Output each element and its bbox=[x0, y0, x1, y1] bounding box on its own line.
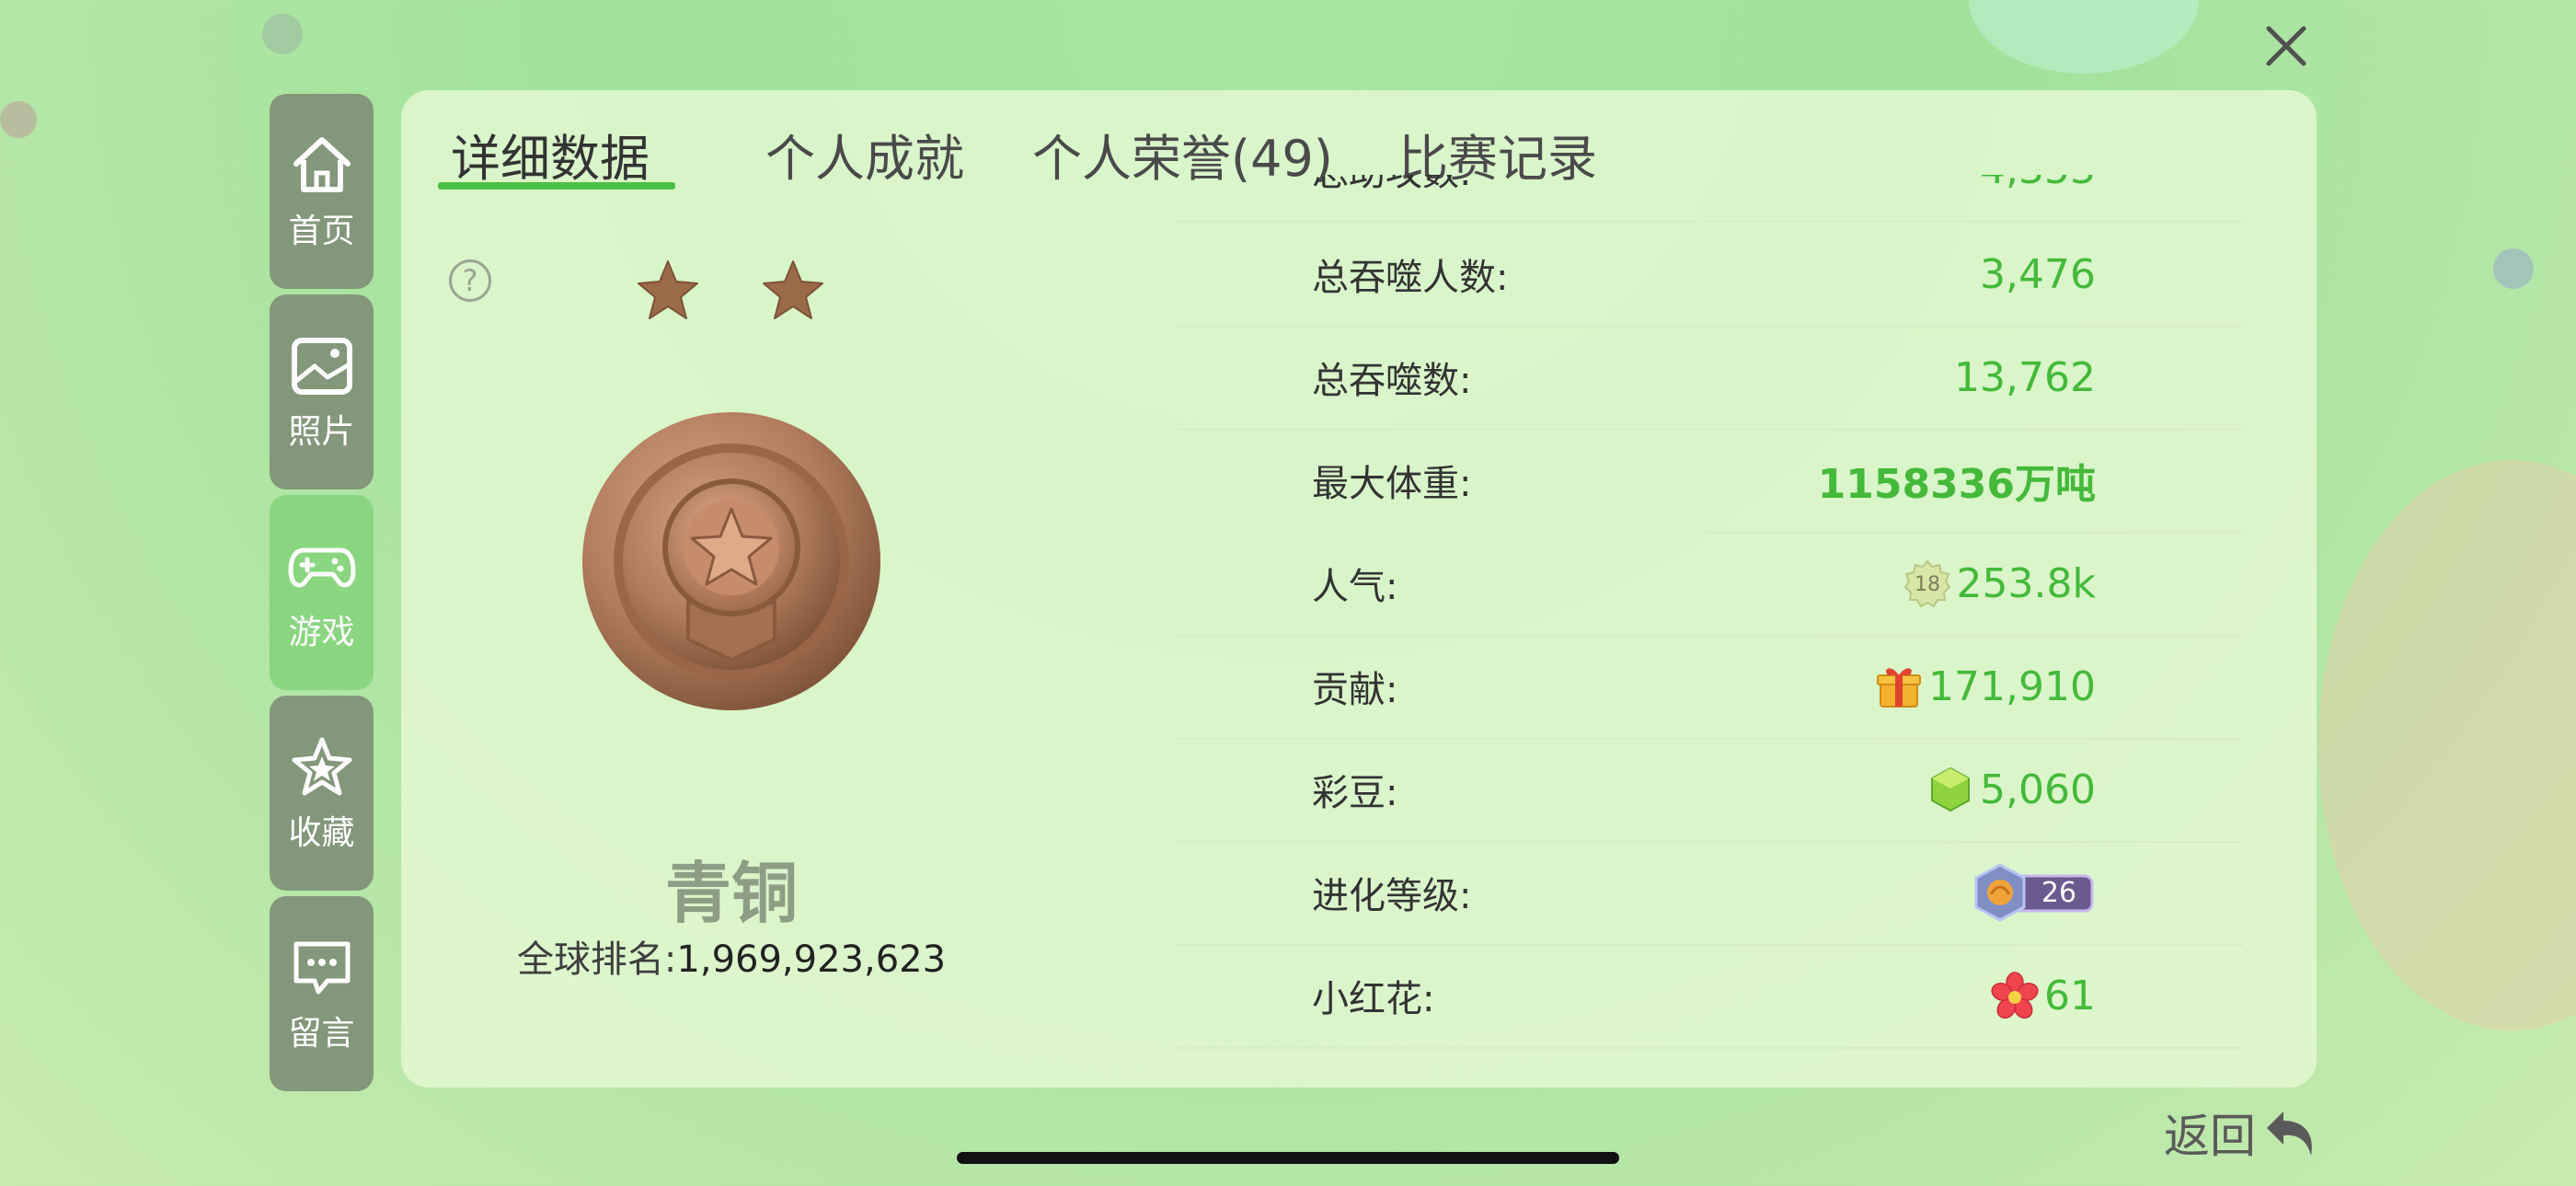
close-button[interactable] bbox=[2259, 18, 2314, 74]
stat-value: 26 bbox=[1971, 863, 2096, 922]
active-tab-indicator bbox=[438, 182, 675, 190]
background-bubble bbox=[2493, 248, 2534, 289]
stat-label: 最大体重: bbox=[1312, 463, 1472, 505]
sidebar-item-messages[interactable]: 留言 bbox=[270, 896, 374, 1091]
sidebar-item-label: 照片 bbox=[288, 413, 355, 451]
stat-value: 171,910 bbox=[1875, 662, 2096, 710]
stat-label: 彩豆: bbox=[1312, 772, 1398, 814]
stat-value: 61 bbox=[1991, 972, 2096, 1019]
stat-value-text: 61 bbox=[2044, 972, 2096, 1019]
rank-star-icon bbox=[638, 260, 698, 319]
home-indicator[interactable] bbox=[957, 1152, 1619, 1164]
back-button[interactable]: 返回 bbox=[2164, 1100, 2318, 1165]
sidebar-item-label: 首页 bbox=[288, 213, 355, 250]
background-bubble bbox=[262, 14, 303, 54]
stat-row-total-devoured: 总吞噬数: 13,762 bbox=[1176, 326, 2243, 431]
stat-row-contribution: 贡献: 171,910 bbox=[1176, 635, 2243, 740]
sidebar-item-favorites[interactable]: 收藏 bbox=[270, 696, 374, 891]
background-bubble bbox=[1969, 0, 2199, 74]
stat-label: 进化等级: bbox=[1312, 875, 1472, 917]
evolution-level-text: 26 bbox=[2041, 877, 2076, 909]
stat-label: 小红花: bbox=[1312, 978, 1435, 1020]
sidebar-item-label: 游戏 bbox=[288, 614, 355, 651]
tab-achievements[interactable]: 个人成就 bbox=[765, 118, 964, 190]
stat-value-text: 4,353 bbox=[1980, 175, 2096, 193]
stat-value-text: 5,060 bbox=[1980, 766, 2096, 813]
popularity-level-text: 18 bbox=[1915, 573, 1940, 596]
stat-label: 贡献: bbox=[1312, 669, 1398, 711]
stats-list[interactable]: 总助攻数: 4,353 总吞噬人数: 3,476 总吞噬数: 13,762 最大… bbox=[1176, 175, 2243, 1077]
stat-value-text: 13,762 bbox=[1954, 353, 2096, 401]
sidebar-item-games[interactable]: 游戏 bbox=[270, 495, 374, 690]
evolution-level-badge-icon: 26 bbox=[1974, 863, 2094, 922]
stat-value: 18 253.8k bbox=[1903, 559, 2096, 607]
stat-value: 13,762 bbox=[1954, 354, 2096, 401]
sidebar-item-label: 留言 bbox=[288, 1015, 355, 1053]
popularity-badge-icon: 18 bbox=[1903, 559, 1950, 607]
stat-value: 4,353 bbox=[1980, 175, 2096, 193]
bronze-medal-icon bbox=[582, 412, 880, 710]
gift-icon bbox=[1877, 668, 1922, 708]
red-flower-icon bbox=[1991, 972, 2039, 1019]
sidebar-item-home[interactable]: 首页 bbox=[270, 94, 374, 289]
stat-value-text: 171,910 bbox=[1928, 662, 2096, 710]
stat-label: 人气: bbox=[1312, 566, 1398, 608]
photo-icon bbox=[291, 338, 352, 395]
stat-row-color-beans: 彩豆: 5,060 bbox=[1176, 738, 2243, 843]
favorite-star-icon bbox=[292, 737, 351, 796]
stat-row-assists: 总助攻数: 4,353 bbox=[1176, 175, 2243, 223]
stat-row-evolution-level: 进化等级: 26 bbox=[1176, 841, 2243, 946]
stat-value-text: 253.8k bbox=[1956, 559, 2096, 607]
global-rank-value: 1,969,923,623 bbox=[676, 938, 947, 981]
stat-label: 总吞噬数: bbox=[1312, 360, 1472, 402]
stat-row-total-players-devoured: 总吞噬人数: 3,476 bbox=[1176, 223, 2243, 328]
back-label: 返回 bbox=[2164, 1110, 2256, 1163]
stat-value-text: 3,476 bbox=[1980, 250, 2096, 298]
stat-row-max-weight: 最大体重: 1158336万吨 bbox=[1176, 429, 2243, 534]
background-bubble bbox=[0, 101, 37, 138]
green-gem-icon bbox=[1931, 766, 1971, 812]
stat-value: 5,060 bbox=[1926, 766, 2096, 813]
stat-value-text: 1158336万吨 bbox=[1817, 461, 2096, 508]
close-icon bbox=[2266, 26, 2306, 66]
tier-name: 青铜 bbox=[664, 855, 798, 932]
message-icon bbox=[293, 941, 350, 995]
background-bubble bbox=[2318, 460, 2576, 1031]
home-icon bbox=[293, 137, 351, 192]
stat-label: 总吞噬人数: bbox=[1312, 257, 1509, 299]
help-icon[interactable]: ? bbox=[449, 259, 491, 302]
rank-star-icon bbox=[763, 260, 823, 319]
sidebar-item-photos[interactable]: 照片 bbox=[270, 294, 374, 489]
stat-row-popularity: 人气: 18 253.8k bbox=[1176, 532, 2243, 637]
stat-label: 总助攻数: bbox=[1312, 175, 1471, 196]
stat-row-red-flowers: 小红花: 61 bbox=[1176, 944, 2243, 1049]
gamepad-icon bbox=[288, 547, 355, 588]
sidebar-nav: 首页 照片 游戏 收藏 留言 bbox=[270, 94, 374, 1097]
global-rank: 全球排名:1,969,923,623 bbox=[460, 929, 1003, 983]
tab-detailed-data[interactable]: 详细数据 bbox=[451, 118, 650, 190]
stat-value: 1158336万吨 bbox=[1818, 451, 2096, 510]
back-arrow-icon bbox=[2267, 1111, 2312, 1156]
global-rank-label: 全球排名: bbox=[516, 938, 677, 981]
sidebar-item-label: 收藏 bbox=[288, 814, 355, 852]
stat-value: 3,476 bbox=[1980, 251, 2096, 298]
